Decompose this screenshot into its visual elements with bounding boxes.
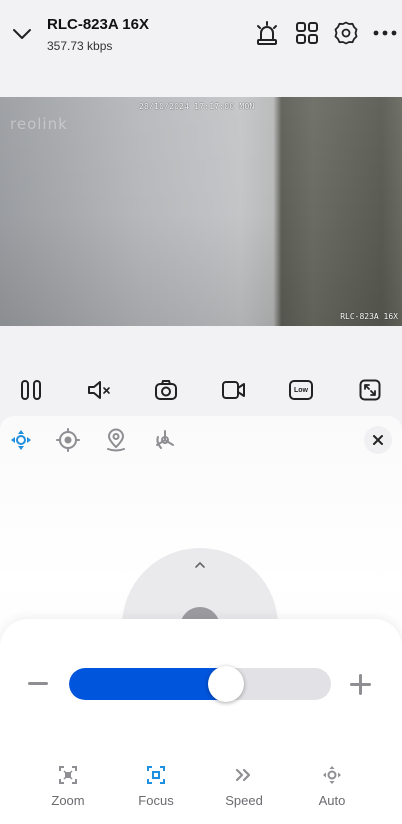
header: RLC-823A 16X 357.73 kbps	[0, 0, 402, 97]
live-video[interactable]: reolink 28/10/2024 17:17:00 MON RLC-823A…	[0, 97, 402, 326]
mode-label: Zoom	[51, 793, 85, 808]
grid-icon[interactable]	[294, 20, 320, 46]
bitrate-label: 357.73 kbps	[47, 39, 113, 53]
preset-icon[interactable]	[55, 427, 81, 453]
track-icon[interactable]	[152, 427, 178, 453]
mode-auto[interactable]: Auto	[292, 765, 372, 808]
speed-icon	[234, 765, 254, 785]
chevron-up-icon[interactable]	[191, 558, 209, 572]
mode-focus[interactable]: Focus	[116, 765, 196, 808]
plus-icon-vertical[interactable]	[359, 674, 362, 695]
mode-label: Auto	[318, 793, 346, 808]
mode-label: Focus	[138, 793, 174, 808]
chevron-down-icon[interactable]	[10, 24, 34, 44]
close-icon	[373, 435, 383, 445]
fullscreen-icon[interactable]	[355, 370, 385, 410]
mode-zoom[interactable]: Zoom	[28, 765, 108, 808]
snapshot-icon[interactable]	[151, 370, 181, 410]
quality-button[interactable]: Low	[286, 370, 316, 410]
auto-icon	[322, 765, 342, 785]
minus-icon[interactable]	[28, 682, 48, 685]
zoom-icon	[58, 765, 78, 785]
slider-thumb[interactable]	[208, 666, 244, 702]
pause-icon[interactable]	[16, 370, 46, 410]
ptz-move-icon[interactable]	[8, 427, 34, 453]
patrol-icon[interactable]	[103, 427, 129, 453]
watermark: reolink	[10, 115, 68, 133]
more-icon[interactable]	[372, 20, 398, 46]
video-camera-label: RLC-823A 16X	[340, 312, 398, 321]
mode-label: Speed	[225, 793, 263, 808]
mute-icon[interactable]	[85, 370, 115, 410]
siren-icon[interactable]	[254, 20, 280, 46]
control-bar: Low	[0, 370, 402, 410]
focus-icon	[146, 765, 166, 785]
slider-fill	[69, 668, 226, 700]
quality-label: Low	[294, 386, 308, 394]
gear-icon[interactable]	[333, 20, 359, 46]
close-button[interactable]	[364, 426, 392, 454]
camera-title: RLC-823A 16X	[47, 16, 149, 33]
video-timestamp: 28/10/2024 17:17:00 MON	[139, 102, 255, 111]
record-icon[interactable]	[219, 370, 249, 410]
mode-speed[interactable]: Speed	[204, 765, 284, 808]
focus-slider[interactable]	[69, 668, 331, 700]
